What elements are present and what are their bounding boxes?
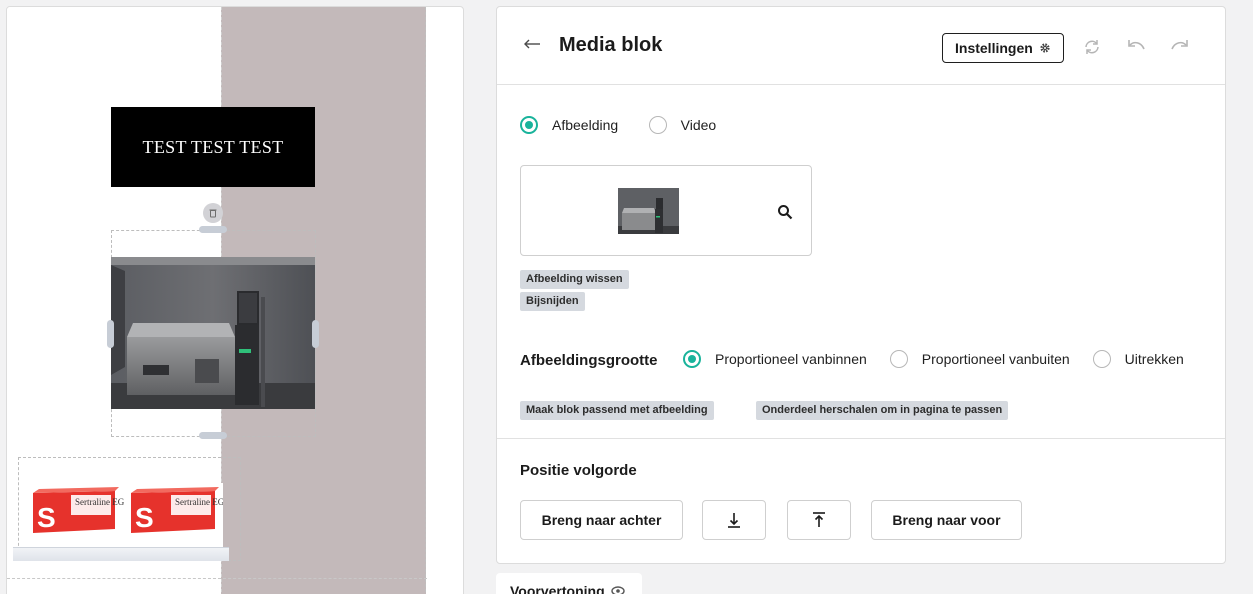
radio-video[interactable]: Video <box>648 116 717 134</box>
gear-icon <box>1040 43 1050 53</box>
sync-icon[interactable] <box>1081 37 1103 57</box>
page-canvas[interactable]: TEST TEST TEST Sertraline EG S Sertralin… <box>6 6 464 594</box>
move-up-button[interactable] <box>787 500 851 540</box>
image-size-label: Afbeeldingsgrootte <box>520 352 658 369</box>
resize-handle-right[interactable] <box>312 320 319 348</box>
media-type-options: Afbeelding Video <box>520 116 742 139</box>
delete-block-button[interactable] <box>203 203 223 223</box>
product-shelf-strip <box>13 547 229 561</box>
fit-block-to-image-button[interactable]: Maak blok passend met afbeelding <box>520 401 714 420</box>
settings-button-label: Instellingen <box>955 40 1033 56</box>
send-to-back-button[interactable]: Breng naar achter <box>520 500 683 540</box>
radio-afbeelding[interactable]: Afbeelding <box>520 116 618 134</box>
search-icon[interactable] <box>777 204 793 220</box>
radio-indicator <box>648 116 667 134</box>
image-thumbnail <box>618 188 679 234</box>
radio-indicator <box>1092 350 1111 368</box>
crop-button[interactable]: Bijsnijden <box>520 292 585 311</box>
pack-brand-label: Sertraline EG <box>175 497 223 507</box>
radio-label: Uitrekken <box>1124 351 1184 367</box>
eye-icon <box>610 586 625 594</box>
radio-indicator <box>889 350 908 368</box>
bring-to-front-button[interactable]: Breng naar voor <box>871 500 1022 540</box>
pack-letter: S <box>135 502 154 533</box>
panel-header: Media blok Instellingen <box>497 7 1225 85</box>
preview-tab-label: Voorvertoning <box>510 583 605 594</box>
media-block-image[interactable] <box>111 257 315 409</box>
radio-indicator-selected <box>520 116 538 134</box>
pack-brand-label: Sertraline EG <box>75 497 125 507</box>
kitchen-photo <box>111 257 315 409</box>
radio-label: Proportioneel vanbuiten <box>921 351 1070 367</box>
section-divider <box>497 438 1225 439</box>
clear-image-button[interactable]: Afbeelding wissen <box>520 270 629 289</box>
preview-tab[interactable]: Voorvertoning <box>496 573 642 594</box>
move-up-icon <box>813 512 825 527</box>
text-block[interactable]: TEST TEST TEST <box>111 107 315 187</box>
radio-proportional-inside[interactable]: Proportioneel vanbinnen <box>683 350 867 368</box>
trash-icon <box>209 209 217 218</box>
undo-icon[interactable] <box>1125 37 1147 57</box>
rescale-to-page-button[interactable]: Onderdeel herschalen om in pagina te pas… <box>756 401 1009 420</box>
arrow-left-icon[interactable] <box>523 37 541 51</box>
radio-stretch[interactable]: Uitrekken <box>1092 350 1184 368</box>
editor-root: TEST TEST TEST Sertraline EG S Sertralin… <box>0 0 1253 594</box>
radio-label: Video <box>680 117 717 133</box>
guide-line <box>7 578 427 579</box>
redo-icon[interactable] <box>1169 37 1191 57</box>
settings-button[interactable]: Instellingen <box>942 33 1064 63</box>
radio-label: Afbeelding <box>552 117 619 133</box>
image-picker[interactable] <box>520 165 812 256</box>
image-size-options: Proportioneel vanbinnen Proportioneel va… <box>683 350 1207 368</box>
text-block-content: TEST TEST TEST <box>142 136 284 157</box>
panel-title: Media blok <box>559 34 663 56</box>
move-down-button[interactable] <box>702 500 766 540</box>
radio-proportional-outside[interactable]: Proportioneel vanbuiten <box>889 350 1070 368</box>
resize-handle-bottom[interactable] <box>199 432 227 439</box>
resize-handle-top[interactable] <box>199 226 227 233</box>
media-block-panel: Media blok Instellingen Afbeelding Video… <box>496 6 1226 564</box>
radio-label: Proportioneel vanbinnen <box>715 351 867 367</box>
pack-letter: S <box>37 502 56 533</box>
resize-handle-left[interactable] <box>107 320 114 348</box>
radio-indicator-selected <box>683 350 701 368</box>
move-down-icon <box>728 513 740 528</box>
position-order-label: Positie volgorde <box>520 462 637 479</box>
